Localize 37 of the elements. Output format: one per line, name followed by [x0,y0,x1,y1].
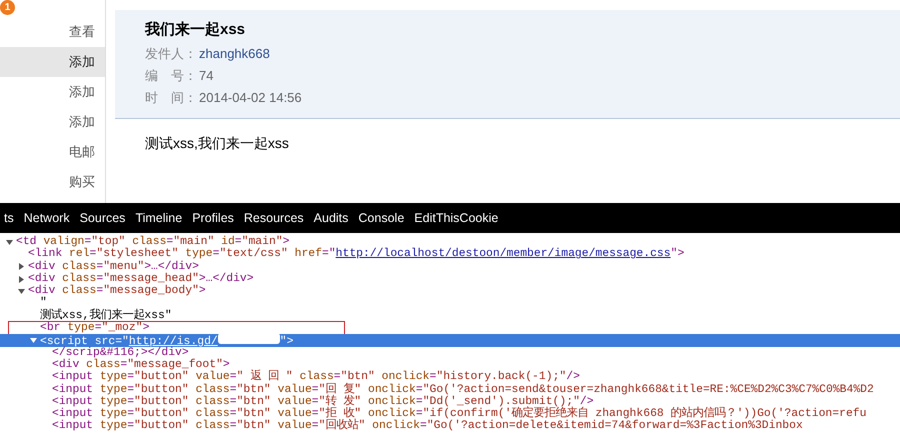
message-body: 测试xss,我们来一起xss [144,134,290,153]
expanded-triangle-icon[interactable] [30,337,37,344]
dom-node-line[interactable]: <div class="message_body"> [0,285,900,298]
dom-node-line[interactable]: <link rel="stylesheet" type="text/css" href="http://localhost/destoon/member/image/message.css"> [0,248,900,261]
dom-node-line[interactable]: <input type="button" class="btn" value="回 复" onclick="Go('?action=send&touser=zhanghk668&title=RE:%CE%D2%C3%C7%C0%B4%D2 [0,384,900,396]
devtools-tab[interactable]: Console [353,211,410,225]
devtools-tab[interactable]: Timeline [130,211,188,225]
message-title: 我们来一起xss [145,20,246,39]
devtools-tab[interactable]: Network [18,211,75,225]
dom-node-line[interactable]: <td valign="top" class="main" id="main"> [0,236,900,248]
field-label: 编 号： [145,67,198,85]
dom-node-line[interactable]: <div class="menu">…</div> [0,260,900,273]
dom-node-line[interactable]: </scrip&#116;></div> [0,346,900,359]
sidebar-item[interactable]: 添加 [0,47,105,77]
devtools-tab[interactable]: Audits [308,211,354,225]
devtools-tab[interactable]: Profiles [187,211,239,225]
dom-node-line[interactable]: 测试xss,我们来一起xss" [0,310,900,322]
devtools-tab[interactable]: EditThisCookie [409,211,504,225]
expanded-triangle-icon[interactable] [18,288,25,295]
field-label: 发件人： [145,45,198,63]
field-value: 2014-04-02 14:56 [199,89,302,107]
devtools-tab[interactable]: Sources [74,211,130,225]
notification-badge: 1 [0,0,15,15]
devtools-tab[interactable]: Resources [238,211,309,225]
redaction-mark [218,332,280,344]
collapsed-triangle-icon[interactable] [18,263,25,270]
dom-node-line[interactable]: " [0,297,900,310]
expanded-triangle-icon[interactable] [6,238,13,246]
dom-node-line[interactable]: <input type="button" value=" 返 回 " class="btn" onclick="history.back(-1);"/> [0,371,900,384]
dom-node-line[interactable]: <br type="_moz"> [0,322,900,334]
devtools-tab[interactable]: ts [0,211,19,225]
dom-node-line[interactable]: <div class="message_head">…</div> [0,272,900,286]
dom-node-line[interactable]: <input type="button" class="btn" value="回收站" onclick="Go('?action=delete&itemid=74&forward=%3Faction%3Dinbox [0,420,900,433]
field-label: 时 间： [145,89,198,107]
collapsed-triangle-icon[interactable] [18,276,25,283]
field-value: 74 [199,67,214,85]
sender-link[interactable]: zhanghk668 [199,43,270,65]
